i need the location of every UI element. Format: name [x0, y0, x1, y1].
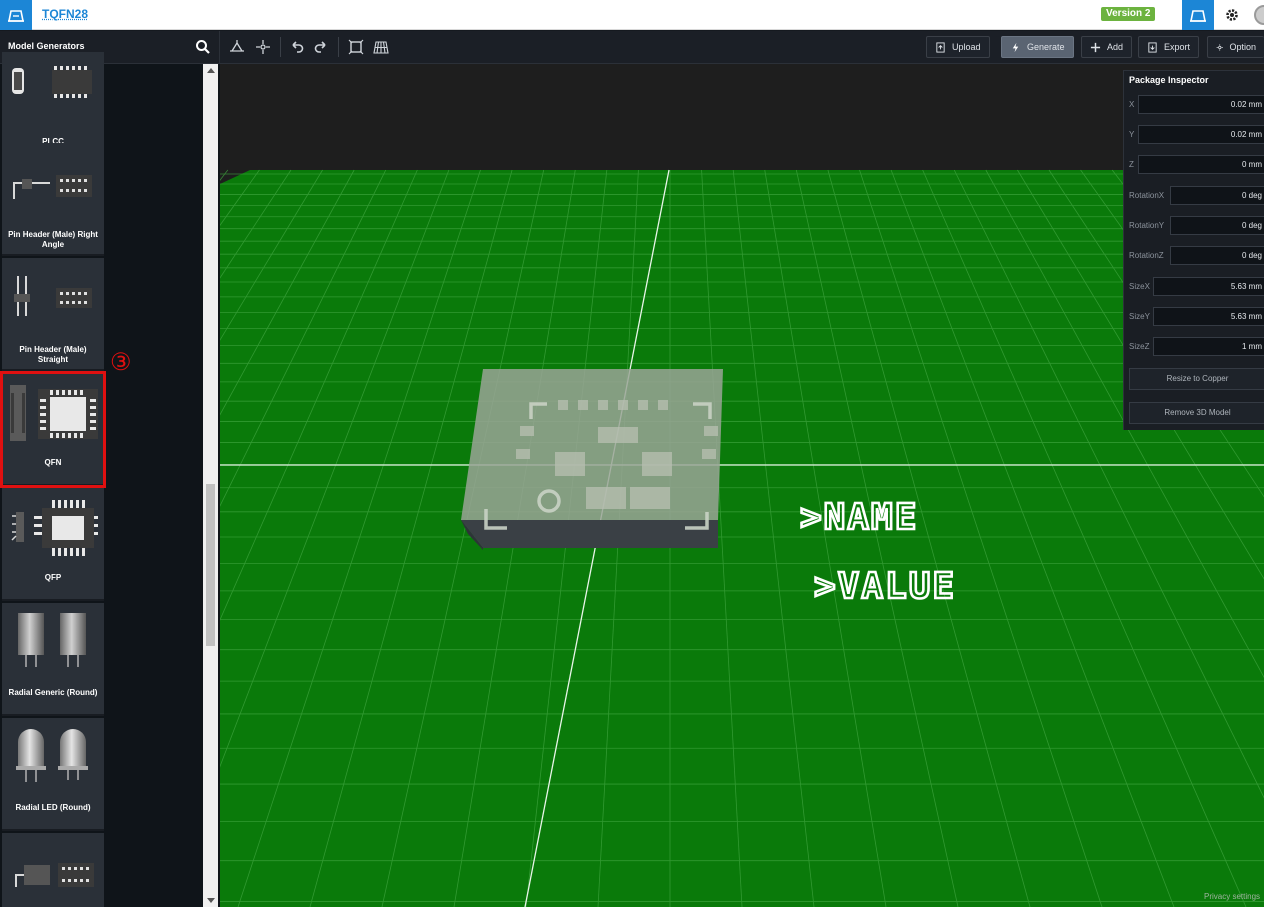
field-label: SizeX [1129, 282, 1150, 291]
generator-card-pin-header-straight[interactable]: Pin Header (Male) Straight [2, 258, 104, 371]
rotation-z-input[interactable]: 0 deg [1170, 246, 1264, 265]
step-marker: ③ [110, 349, 132, 376]
package-editor-icon[interactable] [1182, 0, 1214, 30]
gear-icon[interactable] [1216, 0, 1248, 30]
field-label: X [1129, 100, 1135, 109]
privacy-settings-link[interactable]: Privacy settings [1204, 892, 1260, 901]
model-generators-sidebar: PLCC Pin Header (Male) Right Angle Pin H… [0, 52, 220, 907]
x-input[interactable]: 0.02 mm [1138, 95, 1264, 114]
export-icon [1148, 41, 1157, 53]
origin-icon[interactable] [254, 38, 272, 56]
generator-label: Pin Header (Male) Right Angle [8, 230, 98, 249]
top-bar: TQFN28 Version 2 [0, 0, 1264, 30]
name-label-3d[interactable]: >NAME [799, 496, 918, 540]
qfn-thumbnail-icon [10, 385, 98, 441]
qfn-package-3d[interactable] [461, 369, 723, 550]
sidebar-scroll-thumb[interactable] [206, 484, 215, 646]
avatar[interactable] [1248, 0, 1264, 30]
generator-label: Radial LED (Round) [15, 803, 91, 812]
field-label: RotationX [1129, 191, 1165, 200]
rotation-x-input[interactable]: 0 deg [1170, 186, 1264, 205]
version-badge[interactable]: Version 2 [1101, 7, 1156, 21]
grid-view-icon[interactable] [372, 38, 390, 56]
upload-button[interactable]: Upload [926, 36, 990, 58]
plane-snap-icon[interactable] [228, 38, 246, 56]
toolbar-divider [338, 37, 339, 57]
y-input[interactable]: 0.02 mm [1138, 125, 1264, 144]
resize-to-copper-button[interactable]: Resize to Copper [1129, 368, 1264, 390]
main-toolbar: Model Generators Upload Generate Add Exp… [0, 31, 1264, 64]
inspector-field-rotation-z: RotationZ 0 deg [1124, 244, 1264, 268]
add-button[interactable]: Add [1081, 36, 1133, 58]
upload-icon [936, 41, 945, 53]
generator-card-radial-led[interactable]: Radial LED (Round) [2, 718, 104, 831]
generate-button[interactable]: Generate [1001, 36, 1074, 58]
options-label: Option [1229, 42, 1256, 52]
package-inspector-panel: Package Inspector X 0.02 mm Y 0.02 mm Z … [1123, 70, 1264, 430]
generator-card-qfp[interactable]: QFP [2, 488, 104, 601]
plus-icon [1090, 42, 1101, 52]
options-button[interactable]: Option [1207, 36, 1264, 58]
generator-card-pin-header-right-angle[interactable]: Pin Header (Male) Right Angle [2, 143, 104, 256]
rotation-y-input[interactable]: 0 deg [1170, 216, 1264, 235]
radial-generic-thumbnail-icon [18, 613, 86, 667]
value-label-3d[interactable]: >VALUE [813, 565, 956, 609]
inspector-field-size-x: SizeX 5.63 mm [1124, 275, 1264, 299]
inspector-field-rotation-x: RotationX 0 deg [1124, 184, 1264, 208]
field-label: SizeY [1129, 312, 1150, 321]
size-y-input[interactable]: 5.63 mm [1153, 307, 1264, 326]
search-icon[interactable] [194, 38, 212, 56]
scroll-up-arrow-icon[interactable] [207, 68, 215, 73]
app-window: TQFN28 Version 2 Model Generators Upload [0, 0, 1264, 907]
field-label: SizeZ [1129, 342, 1150, 351]
inspector-field-rotation-y: RotationY 0 deg [1124, 214, 1264, 238]
lightning-icon [1012, 42, 1019, 52]
field-label: RotationY [1129, 221, 1165, 230]
field-label: RotationZ [1129, 251, 1164, 260]
export-button[interactable]: Export [1138, 36, 1200, 58]
generator-card-radial-generic[interactable]: Radial Generic (Round) [2, 603, 104, 716]
plcc-thumbnail-icon [12, 66, 92, 98]
size-z-input[interactable]: 1 mm [1153, 337, 1264, 356]
pcb-ground-plane [220, 170, 1264, 907]
generator-label: Radial Generic (Round) [8, 688, 98, 697]
toolbar-divider [280, 37, 281, 57]
field-label: Z [1129, 160, 1134, 169]
inspector-field-z: Z 0 mm [1124, 153, 1264, 177]
document-title[interactable]: TQFN28 [42, 7, 88, 21]
remove-3d-model-button[interactable]: Remove 3D Model [1129, 402, 1264, 424]
radial-led-thumbnail-icon [16, 729, 88, 782]
inspector-field-size-z: SizeZ 1 mm [1124, 335, 1264, 359]
generator-card-qfn[interactable]: QFN [0, 371, 106, 488]
upload-label: Upload [952, 42, 981, 52]
z-input[interactable]: 0 mm [1138, 155, 1264, 174]
app-logo-icon[interactable] [0, 0, 32, 30]
inspector-field-x: X 0.02 mm [1124, 93, 1264, 117]
3d-viewport[interactable]: >NAME >VALUE [220, 64, 1264, 907]
size-x-input[interactable]: 5.63 mm [1153, 277, 1264, 296]
generator-label: QFP [44, 573, 62, 582]
panel-title: Model Generators [8, 41, 85, 51]
generate-label: Generate [1027, 42, 1065, 52]
scroll-down-arrow-icon[interactable] [207, 898, 215, 903]
undo-icon[interactable] [288, 38, 306, 56]
redo-icon[interactable] [312, 38, 330, 56]
field-label: Y [1129, 130, 1135, 139]
inspector-field-y: Y 0.02 mm [1124, 123, 1264, 147]
options-icon [1216, 43, 1223, 51]
add-label: Add [1107, 42, 1124, 52]
inspector-title: Package Inspector [1129, 75, 1209, 85]
avatar-image [1254, 5, 1264, 25]
generator-label: Pin Header (Male) Straight [19, 345, 87, 364]
fit-view-icon[interactable] [347, 38, 365, 56]
generator-label: QFN [44, 458, 62, 467]
inspector-field-size-y: SizeY 5.63 mm [1124, 305, 1264, 329]
socket-thumbnail-icon [15, 863, 94, 887]
scene-canvas[interactable]: >NAME >VALUE [220, 64, 1264, 907]
generator-card-socket[interactable] [2, 833, 104, 907]
qfp-thumbnail-icon [11, 500, 98, 556]
export-label: Export [1164, 42, 1191, 52]
pin-header-straight-thumbnail-icon [14, 276, 92, 316]
pin-header-right-angle-thumbnail-icon [13, 175, 92, 199]
